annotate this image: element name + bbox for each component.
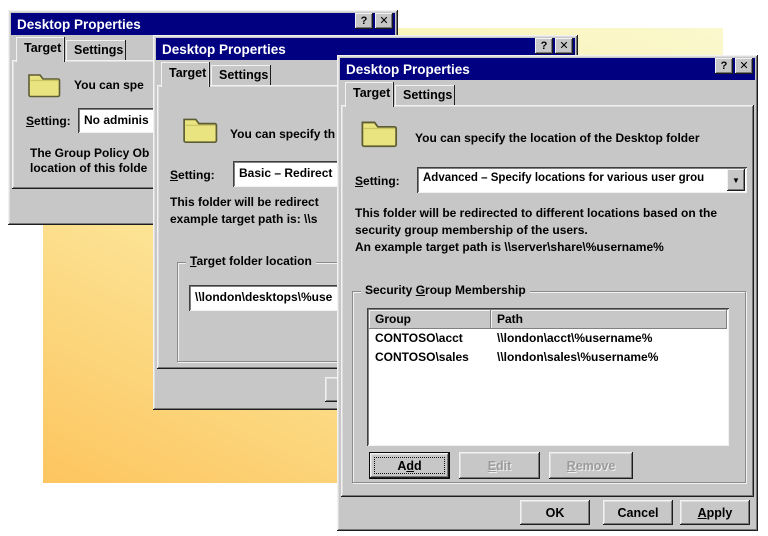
- tab-label: Target: [24, 41, 62, 55]
- tab-target[interactable]: Target: [345, 82, 394, 107]
- folder-icon: [28, 74, 61, 98]
- help-button[interactable]: ?: [535, 38, 553, 54]
- security-group-membership-group: Security Group Membership Group Path CON…: [352, 283, 746, 483]
- intro-text: You can spe: [74, 78, 144, 92]
- column-header-path[interactable]: Path: [491, 310, 727, 329]
- window-title: Desktop Properties: [162, 41, 286, 57]
- close-icon: ✕: [559, 39, 569, 52]
- edit-button-label: Edit: [487, 458, 512, 473]
- description-line: location of this folde: [30, 161, 148, 175]
- tab-target[interactable]: Target: [16, 37, 65, 62]
- tab-label: Settings: [403, 88, 453, 102]
- description-line: example target path is: \\s: [170, 212, 318, 226]
- help-icon: ?: [360, 14, 368, 27]
- folder-icon: [183, 118, 218, 144]
- tab-settings[interactable]: Settings: [395, 85, 455, 106]
- setting-value: Basic – Redirect: [239, 166, 333, 180]
- list-item[interactable]: CONTOSO\sales \\london\sales\%username%: [369, 348, 727, 367]
- title-bar[interactable]: Desktop Properties: [340, 58, 755, 80]
- help-icon: ?: [540, 39, 548, 52]
- ok-button-label: OK: [545, 505, 565, 520]
- description-line: The Group Policy Ob: [30, 146, 150, 160]
- remove-button[interactable]: Remove: [549, 452, 633, 479]
- setting-label: Setting:: [26, 114, 71, 128]
- close-button[interactable]: ✕: [555, 38, 573, 54]
- edit-button[interactable]: Edit: [459, 452, 540, 479]
- help-button[interactable]: ?: [715, 58, 733, 74]
- close-button[interactable]: ✕: [735, 58, 753, 74]
- add-button[interactable]: Add: [369, 452, 450, 479]
- desktop-properties-dialog-front: Desktop Properties ? ✕ Target Settings Y…: [337, 55, 758, 531]
- setting-combobox[interactable]: Advanced – Specify locations for various…: [417, 167, 747, 193]
- intro-text: You can specify th: [230, 127, 336, 141]
- description-line: This folder will be redirect: [170, 195, 319, 209]
- help-button[interactable]: ?: [355, 13, 373, 29]
- list-item[interactable]: CONTOSO\acct \\london\acct\%username%: [369, 329, 727, 348]
- folder-icon: [361, 121, 398, 148]
- dropdown-arrow-button[interactable]: ▼: [727, 169, 745, 191]
- help-icon: ?: [720, 59, 728, 72]
- window-title: Desktop Properties: [346, 61, 470, 77]
- tab-label: Target: [353, 86, 391, 100]
- security-group-list: Group Path CONTOSO\acct \\london\acct\%u…: [367, 308, 729, 446]
- column-header-group[interactable]: Group: [369, 310, 491, 329]
- description-line: This folder will be redirected to differ…: [355, 206, 718, 220]
- cell-path: \\london\acct\%username%: [497, 331, 653, 345]
- description-line: An example target path is \\server\share…: [355, 240, 664, 254]
- cancel-button[interactable]: Cancel: [603, 500, 673, 525]
- tab-target[interactable]: Target: [161, 62, 210, 87]
- tab-settings[interactable]: Settings: [66, 40, 126, 61]
- ok-button[interactable]: OK: [520, 500, 590, 525]
- close-button[interactable]: ✕: [375, 13, 393, 29]
- apply-button[interactable]: Apply: [680, 500, 750, 525]
- setting-label: Setting:: [170, 168, 215, 182]
- apply-button-label: Apply: [697, 505, 733, 520]
- cancel-button-label: Cancel: [617, 505, 659, 520]
- tab-label: Settings: [219, 68, 269, 82]
- cell-group: CONTOSO\sales: [375, 350, 469, 364]
- tab-label: Target: [169, 66, 207, 80]
- chevron-down-icon: ▼: [732, 175, 740, 185]
- group-label: Target folder location: [186, 254, 316, 268]
- title-bar[interactable]: Desktop Properties: [11, 13, 395, 35]
- setting-value: Advanced – Specify locations for various…: [423, 172, 705, 184]
- intro-text: You can specify the location of the Desk…: [415, 131, 700, 145]
- target-folder-path: \\london\desktops\%use: [195, 290, 333, 304]
- add-button-label: Add: [397, 458, 422, 473]
- tab-label: Settings: [74, 43, 124, 57]
- setting-label: Setting:: [355, 174, 400, 188]
- setting-value: No adminis: [84, 113, 149, 127]
- list-header: Group Path: [369, 310, 727, 329]
- close-icon: ✕: [379, 14, 389, 27]
- cell-group: CONTOSO\acct: [375, 331, 463, 345]
- cell-path: \\london\sales\%username%: [497, 350, 659, 364]
- tab-settings[interactable]: Settings: [211, 65, 271, 86]
- remove-button-label: Remove: [566, 458, 616, 473]
- group-label: Security Group Membership: [361, 283, 530, 297]
- window-title: Desktop Properties: [17, 16, 141, 32]
- close-icon: ✕: [739, 59, 749, 72]
- description-line: security group membership of the users.: [355, 223, 588, 237]
